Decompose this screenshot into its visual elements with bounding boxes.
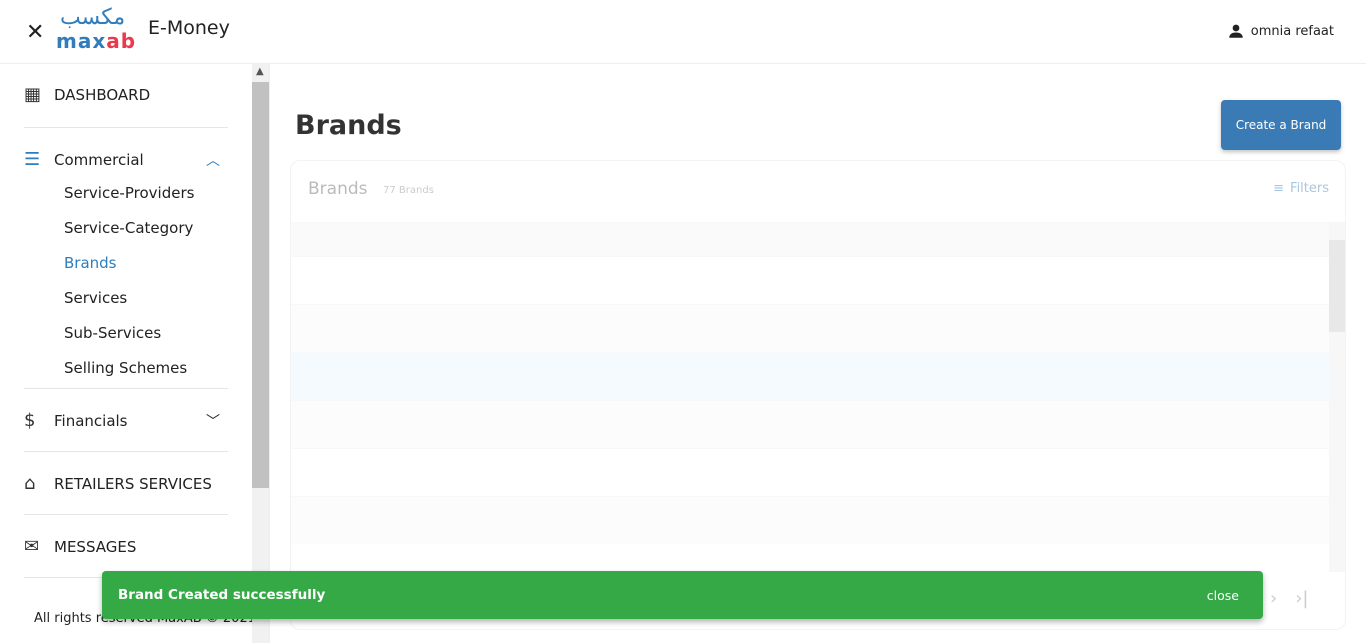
scrollbar-thumb[interactable] <box>252 82 269 488</box>
table-header-row <box>291 222 1329 256</box>
table-row[interactable] <box>291 352 1329 400</box>
table-row[interactable] <box>291 304 1329 352</box>
table-row[interactable] <box>291 448 1329 496</box>
divider <box>24 127 228 128</box>
person-icon <box>1229 24 1243 38</box>
nav-label: Commercial <box>54 150 144 169</box>
close-menu-icon[interactable]: ✕ <box>26 20 44 45</box>
maxab-logo: مكسب maxab <box>56 5 138 53</box>
sidebar-item-brands[interactable]: Brands <box>64 254 117 272</box>
card-title: Brands <box>308 179 368 199</box>
scroll-up-icon[interactable]: ▲ <box>256 66 264 77</box>
snackbar-close-button[interactable]: close <box>1207 588 1239 603</box>
page-title: Brands <box>295 110 402 141</box>
next-page-icon[interactable]: › <box>1270 588 1277 609</box>
scrollbar-thumb[interactable] <box>1329 240 1345 332</box>
pagination: › ›| <box>1270 588 1308 609</box>
dollar-icon: $ <box>24 410 36 431</box>
dashboard-icon: ▦ <box>24 84 42 105</box>
message-icon: ✉ <box>24 536 40 557</box>
nav-retailers-services[interactable]: ⌂ RETAILERS SERVICES <box>24 473 228 494</box>
brand-count: 77 Brands <box>383 185 434 196</box>
user-menu[interactable]: omnia refaat <box>1227 22 1334 40</box>
nav-financials[interactable]: $ Financials ﹀ <box>24 410 228 431</box>
filters-label: Filters <box>1290 181 1329 196</box>
success-snackbar: Brand Created successfully close <box>102 571 1263 619</box>
sidebar-item-service-providers[interactable]: Service-Providers <box>64 184 194 202</box>
list-icon: ☰ <box>24 149 41 170</box>
user-name: omnia refaat <box>1250 23 1334 39</box>
table-scrollbar[interactable] <box>1329 222 1345 572</box>
nav-label: DASHBOARD <box>54 85 151 104</box>
logo-english: maxab <box>56 29 136 53</box>
table-body <box>291 222 1329 544</box>
nav-dashboard[interactable]: ▦ DASHBOARD <box>24 84 228 105</box>
logo-arabic: مكسب <box>60 5 126 30</box>
sidebar: ▦ DASHBOARD ☰ Commercial ︿ Service-Provi… <box>0 64 270 643</box>
table-row[interactable] <box>291 400 1329 448</box>
sidebar-item-selling-schemes[interactable]: Selling Schemes <box>64 359 187 377</box>
create-brand-button[interactable]: Create a Brand <box>1221 100 1341 150</box>
app-title: E-Money <box>148 17 230 39</box>
divider <box>24 514 228 515</box>
chevron-up-icon: ︿ <box>206 152 220 169</box>
sidebar-scrollbar[interactable]: ▲ <box>252 64 269 643</box>
nav-label: MESSAGES <box>54 537 137 556</box>
divider <box>24 388 228 389</box>
snackbar-message: Brand Created successfully <box>118 587 326 603</box>
table-row[interactable] <box>291 496 1329 544</box>
nav-label: Financials <box>54 411 128 430</box>
nav-commercial[interactable]: ☰ Commercial ︿ <box>24 149 228 170</box>
table-row[interactable] <box>291 256 1329 304</box>
logo-part: ab <box>106 29 137 53</box>
last-page-icon[interactable]: ›| <box>1295 588 1308 609</box>
logo-part: max <box>56 29 107 53</box>
chevron-down-icon: ﹀ <box>206 413 220 430</box>
filters-button[interactable]: ≡ Filters <box>1273 181 1329 196</box>
sidebar-item-sub-services[interactable]: Sub-Services <box>64 324 161 342</box>
nav-label: RETAILERS SERVICES <box>54 474 212 493</box>
brands-table-card: Brands 77 Brands ≡ Filters <box>290 160 1346 630</box>
divider <box>24 451 228 452</box>
sidebar-item-service-category[interactable]: Service-Category <box>64 219 193 237</box>
top-bar: ✕ مكسب maxab E-Money omnia refaat <box>0 0 1366 64</box>
sidebar-item-services[interactable]: Services <box>64 289 127 307</box>
store-icon: ⌂ <box>24 473 36 494</box>
filter-icon: ≡ <box>1273 181 1285 196</box>
nav-messages[interactable]: ✉ MESSAGES <box>24 536 228 557</box>
